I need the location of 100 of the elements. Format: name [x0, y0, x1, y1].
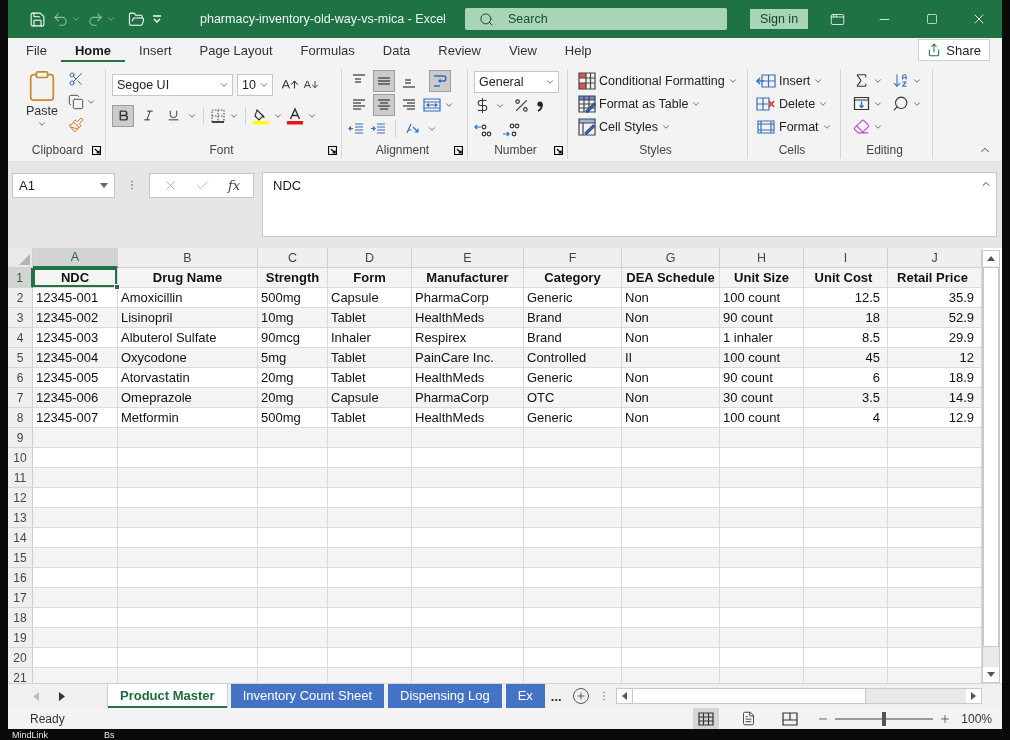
- insert-cells-button[interactable]: Insert: [756, 69, 824, 92]
- row-header[interactable]: 8: [8, 408, 33, 428]
- dialog-launcher-icon[interactable]: [328, 145, 337, 155]
- menu-tab[interactable]: File: [12, 38, 61, 62]
- format-cells-button[interactable]: Format: [756, 115, 832, 138]
- sheet-tab[interactable]: Product Master: [108, 684, 227, 708]
- cell-styles-button[interactable]: Cell Styles: [578, 115, 672, 138]
- conditional-formatting-button[interactable]: Conditional Formatting: [578, 69, 738, 92]
- merge-center-icon[interactable]: [423, 96, 441, 113]
- sheet-tab[interactable]: Dispensing Log: [388, 684, 502, 708]
- page-icon[interactable]: [740, 711, 756, 726]
- zoom-level[interactable]: 100%: [961, 711, 992, 726]
- delete-cells-icon[interactable]: [756, 95, 776, 112]
- row-header[interactable]: 13: [8, 508, 33, 528]
- sign-in-button[interactable]: Sign in: [750, 9, 808, 29]
- paste-button[interactable]: Paste: [22, 69, 62, 141]
- share-button[interactable]: Share: [918, 39, 990, 61]
- view-button[interactable]: [693, 708, 720, 729]
- menu-tab[interactable]: Formulas: [286, 38, 369, 62]
- column-header[interactable]: A: [33, 248, 118, 268]
- active-cell[interactable]: NDC: [33, 268, 118, 288]
- decrease-indent-icon[interactable]: [348, 120, 364, 137]
- row-header[interactable]: 12: [8, 488, 33, 508]
- undo-icon[interactable]: [52, 10, 69, 28]
- eraser-icon[interactable]: [853, 118, 870, 135]
- menu-tab[interactable]: Page Layout: [185, 38, 287, 62]
- row-header[interactable]: 11: [8, 468, 33, 488]
- fill-handle-icon[interactable]: [114, 284, 120, 290]
- add-sheet-icon[interactable]: [571, 687, 590, 705]
- column-header[interactable]: C: [258, 248, 328, 268]
- column-header[interactable]: E: [412, 248, 524, 268]
- menu-tab[interactable]: Insert: [125, 38, 186, 62]
- fill-down-icon[interactable]: [853, 95, 870, 112]
- more-sheets-button[interactable]: ...: [548, 684, 568, 708]
- row-header[interactable]: 9: [8, 428, 33, 448]
- grid-view-icon[interactable]: [698, 711, 715, 726]
- scroll-right-icon[interactable]: [971, 692, 976, 700]
- bold-button[interactable]: [112, 104, 134, 127]
- vertical-scrollbar[interactable]: [982, 250, 1000, 683]
- row-header[interactable]: 1: [8, 268, 33, 288]
- select-all-triangle-icon[interactable]: [19, 254, 30, 265]
- increase-indent-icon[interactable]: [370, 120, 386, 137]
- column-header[interactable]: B: [118, 248, 258, 268]
- ribbon-display-icon[interactable]: [830, 11, 845, 27]
- insert-cells-icon[interactable]: [756, 72, 776, 89]
- row-header[interactable]: 16: [8, 568, 33, 588]
- page-break-view-icon[interactable]: [782, 711, 799, 726]
- search-field[interactable]: Search: [465, 8, 727, 30]
- dialog-launcher-icon[interactable]: [454, 145, 463, 155]
- row-header[interactable]: 21: [8, 668, 33, 683]
- column-header[interactable]: F: [524, 248, 622, 268]
- scissors-icon[interactable]: [68, 71, 84, 87]
- row-header[interactable]: 7: [8, 388, 33, 408]
- font-color-icon[interactable]: [286, 106, 304, 125]
- search-icon[interactable]: [892, 95, 909, 112]
- dropdown-caret-icon[interactable]: [151, 13, 163, 25]
- sheet-tab[interactable]: Ex: [505, 684, 545, 708]
- font-name-dropdown[interactable]: Segoe UI: [112, 73, 233, 96]
- horizontal-scrollbar[interactable]: [615, 688, 982, 704]
- number-format-dropdown[interactable]: General: [474, 70, 559, 93]
- row-header[interactable]: 2: [8, 288, 33, 308]
- sort-icon[interactable]: [892, 72, 909, 89]
- scroll-left-icon[interactable]: [621, 692, 627, 700]
- paintbrush-icon[interactable]: [68, 117, 84, 133]
- highlighted-grid-icon[interactable]: [578, 71, 596, 90]
- table-pen-icon[interactable]: [578, 94, 596, 113]
- dialog-launcher-icon[interactable]: [554, 145, 563, 155]
- menu-tab[interactable]: View: [494, 38, 551, 62]
- column-header[interactable]: H: [720, 248, 804, 268]
- row-header[interactable]: 4: [8, 328, 33, 348]
- font-size-dropdown[interactable]: 10: [237, 73, 273, 96]
- name-box[interactable]: A1: [12, 173, 115, 198]
- column-header[interactable]: G: [622, 248, 720, 268]
- menu-tab[interactable]: Review: [424, 38, 495, 62]
- slider-thumb[interactable]: [882, 711, 887, 726]
- sheet-tab[interactable]: Inventory Count Sheet: [230, 684, 384, 708]
- dialog-launcher-icon[interactable]: [92, 145, 101, 155]
- caret-icon[interactable]: [100, 183, 108, 188]
- format-cells-icon[interactable]: [756, 118, 776, 135]
- maximize-icon[interactable]: [925, 13, 938, 25]
- format-as-table-button[interactable]: Format as Table: [578, 92, 702, 115]
- row-header[interactable]: 14: [8, 528, 33, 548]
- delete-cells-button[interactable]: Delete: [756, 92, 829, 115]
- row-header[interactable]: 10: [8, 448, 33, 468]
- zoom-in-icon[interactable]: [939, 712, 952, 725]
- column-header[interactable]: I: [804, 248, 888, 268]
- formula-input[interactable]: NDC: [262, 172, 997, 237]
- row-header[interactable]: 15: [8, 548, 33, 568]
- percent-icon[interactable]: [513, 97, 530, 114]
- decrease-decimal-icon[interactable]: [502, 121, 522, 138]
- cell-styles-icon[interactable]: [578, 117, 596, 136]
- previous-sheet-icon[interactable]: [33, 691, 39, 701]
- row-header[interactable]: 5: [8, 348, 33, 368]
- column-header[interactable]: D: [328, 248, 412, 268]
- save-icon[interactable]: [29, 10, 46, 28]
- copy-icon[interactable]: [68, 94, 84, 110]
- row-header[interactable]: 20: [8, 648, 33, 668]
- menu-tab[interactable]: Help: [550, 38, 606, 62]
- scroll-down-icon[interactable]: [987, 672, 995, 677]
- row-header[interactable]: 18: [8, 608, 33, 628]
